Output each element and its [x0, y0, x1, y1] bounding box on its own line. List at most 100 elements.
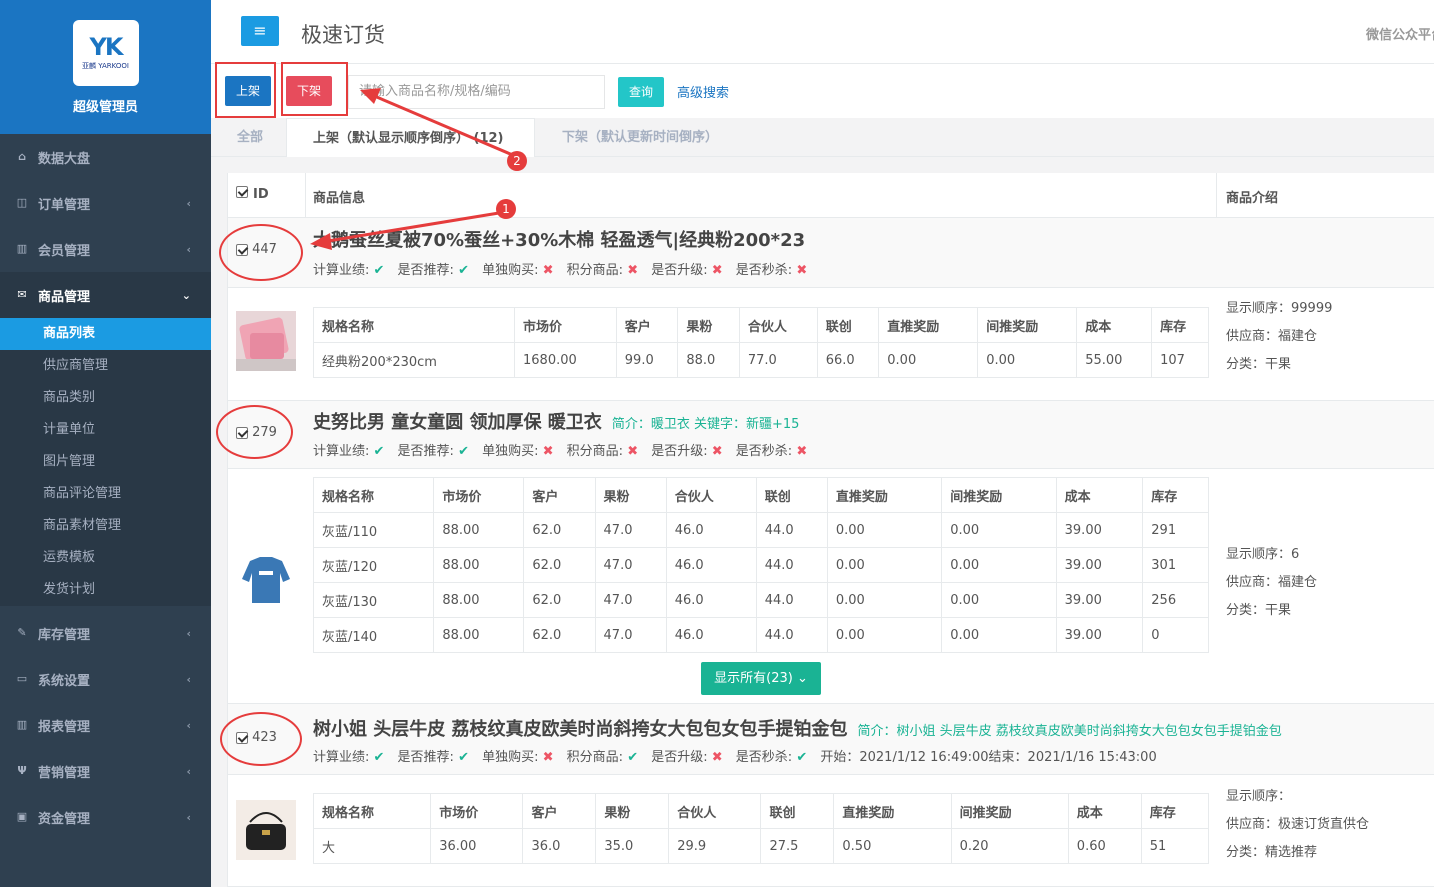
table-row: 经典粉200*230cm 1680.00 99.0 88.0 77.0 66.0 0.00 0…: [313, 342, 1209, 378]
spec-header-cell: 合伙人: [738, 307, 818, 343]
annotation-box-down: [281, 62, 348, 116]
envelope-icon: ✉: [17, 288, 27, 301]
spec-cell: 39.00: [1055, 617, 1144, 653]
sidebar-item-funds[interactable]: ▣ 资金管理 ‹: [0, 794, 211, 840]
quilt-image: [236, 311, 296, 371]
app-root: YK 亚麟 YARKOOI 超级管理员 ⌂ 数据大盘 ◫ 订单管理 ‹ ▥ 会员…: [0, 0, 1434, 887]
tab-off-shelf[interactable]: 下架（默认更新时间倒序）: [562, 118, 718, 157]
spec-cell: 44.0: [755, 512, 828, 548]
sidebar: YK 亚麟 YARKOOI 超级管理员 ⌂ 数据大盘 ◫ 订单管理 ‹ ▥ 会员…: [0, 0, 211, 887]
tab-all[interactable]: 全部: [237, 118, 263, 157]
spec-header-cell: 果粉: [595, 793, 670, 829]
subnav-item-materials[interactable]: 商品素材管理: [0, 510, 211, 542]
desktop-icon: ▭: [16, 672, 28, 685]
subnav-item-product-list[interactable]: 商品列表: [0, 318, 211, 350]
subnav-item-units[interactable]: 计量单位: [0, 414, 211, 446]
tab-on-shelf[interactable]: 上架（默认显示顺序倒序） (12): [286, 118, 535, 158]
sidebar-item-label: 营销管理: [38, 765, 91, 781]
spec-header-cell: 规格名称: [313, 307, 515, 343]
top-bar: ≡ 极速订货 微信公众平台: [211, 0, 1434, 64]
tab-bar: 全部 上架（默认显示顺序倒序） (12) 下架（默认更新时间倒序）: [211, 118, 1434, 158]
spec-cell: 灰蓝/120: [312, 547, 435, 583]
menu-toggle-button[interactable]: ≡: [241, 16, 279, 46]
spec-cell: 62.0: [523, 512, 596, 548]
spec-cell: 44.0: [755, 582, 828, 618]
spec-cell: 0.00: [826, 512, 943, 548]
spec-cell: 107: [1151, 342, 1209, 378]
product-thumbnail[interactable]: [236, 800, 296, 860]
display-order: 显示顺序：99999: [1226, 301, 1333, 316]
spec-cell: 39.00: [1055, 512, 1144, 548]
product-side-info: 显示顺序： 供应商：极速订货直供仓 分类：精选推荐: [1226, 783, 1369, 867]
logo-mark: YK: [89, 32, 124, 61]
subnav-item-shipping[interactable]: 运费模板: [0, 542, 211, 574]
wechat-link[interactable]: 微信公众平台: [1366, 24, 1434, 43]
sidebar-item-label: 系统设置: [38, 673, 91, 689]
subnav-item-reviews[interactable]: 商品评论管理: [0, 478, 211, 510]
spec-cell: 灰蓝/130: [312, 582, 435, 618]
spec-header-cell: 间推奖励: [977, 307, 1078, 343]
query-button[interactable]: 查询: [618, 77, 664, 107]
sidebar-item-label: 资金管理: [38, 811, 91, 827]
category: 分类：干果: [1226, 603, 1292, 618]
annotation-circle: [219, 224, 303, 281]
sidebar-item-settings[interactable]: ▭ 系统设置 ‹: [0, 656, 211, 702]
spec-header-cell: 库存: [1151, 307, 1209, 343]
spec-header-cell: 间推奖励: [950, 793, 1069, 829]
spec-cell: 55.00: [1076, 342, 1153, 378]
chevron-left-icon: ‹: [186, 718, 191, 732]
spec-cell: 47.0: [594, 582, 667, 618]
spec-cell: 47.0: [594, 547, 667, 583]
spec-cell: 47.0: [594, 512, 667, 548]
search-input[interactable]: 请输入商品名称/规格/编码: [348, 75, 605, 109]
advanced-search-link[interactable]: 高级搜索: [677, 82, 729, 101]
show-all-button[interactable]: 显示所有(23) ⌄: [701, 662, 821, 695]
spec-header-row: 规格名称 市场价 客户 果粉 合伙人 联创 直推奖励 间推奖励 成本 库存: [312, 477, 1209, 513]
chevron-left-icon: ‹: [186, 764, 191, 778]
user-role[interactable]: 超级管理员: [73, 96, 138, 115]
sidebar-item-reports[interactable]: ▥ 报表管理 ‹: [0, 702, 211, 748]
table-row: 灰蓝/120 88.00 62.0 47.0 46.0 44.0 0.00 0.00 39.00…: [312, 547, 1209, 583]
spec-cell: 256: [1142, 582, 1209, 618]
sidebar-item-members[interactable]: ▥ 会员管理 ‹: [0, 226, 211, 272]
product-name[interactable]: 史努比男 童女童圆 领加厚保 暖卫衣: [313, 412, 602, 433]
spec-header-cell: 直推奖励: [826, 477, 943, 513]
sweatshirt-image: [236, 549, 296, 609]
sidebar-item-orders[interactable]: ◫ 订单管理 ‹: [0, 180, 211, 226]
spec-header-cell: 成本: [1055, 477, 1144, 513]
subnav-item-delivery-plan[interactable]: 发货计划: [0, 574, 211, 606]
toolbar: 上架 下架 请输入商品名称/规格/编码 查询 高级搜索: [211, 64, 1434, 118]
sidebar-item-marketing[interactable]: Ψ 营销管理 ‹: [0, 748, 211, 794]
spec-cell: 36.0: [522, 828, 597, 864]
handbag-image: [236, 800, 296, 860]
spec-cell: 29.9: [668, 828, 762, 864]
product-body: 规格名称 市场价 客户 果粉 合伙人 联创 直推奖励 间推奖励 成本 库存 灰蓝/110 88.00 6…: [228, 469, 1434, 704]
spec-header-cell: 库存: [1142, 477, 1209, 513]
select-all-checkbox[interactable]: [236, 186, 248, 198]
annotation-circle: [220, 712, 302, 766]
sidebar-item-label: 数据大盘: [38, 151, 91, 167]
subnav-item-categories[interactable]: 商品类别: [0, 382, 211, 414]
subnav-item-suppliers[interactable]: 供应商管理: [0, 350, 211, 382]
logo-sub: 亚麟 YARKOOI: [82, 61, 129, 70]
product-thumbnail[interactable]: [236, 311, 296, 371]
sidebar-item-products[interactable]: ✉ 商品管理 ⌄: [0, 272, 211, 318]
subnav-item-images[interactable]: 图片管理: [0, 446, 211, 478]
spec-cell: 大: [312, 828, 432, 864]
product-thumbnail[interactable]: [236, 549, 296, 609]
product-name[interactable]: 大鹅蚕丝夏被70%蚕丝+30%木棉 轻盈透气|经典粉200*23: [313, 226, 805, 252]
sidebar-item-inventory[interactable]: ✎ 库存管理 ‹: [0, 610, 211, 656]
annotation-circle: [216, 405, 293, 459]
spec-cell: 47.0: [594, 617, 667, 653]
spec-cell: 88.00: [433, 547, 525, 583]
spec-cell: 88.00: [433, 582, 525, 618]
spec-cell: 44.0: [755, 617, 828, 653]
col-product-info: 商品信息: [313, 191, 366, 206]
edit-icon: ✎: [17, 626, 27, 639]
logo: YK 亚麟 YARKOOI: [72, 19, 139, 86]
product-name[interactable]: 树小姐 头层牛皮 荔枝纹真皮欧美时尚斜挎女大包包女包手提铂金包: [313, 719, 848, 740]
spec-cell: 27.5: [760, 828, 835, 864]
product-table: ID 商品信息 商品介绍 447 大鹅蚕丝夏被70%蚕丝+30%木棉 轻盈透气|…: [227, 173, 1434, 887]
sidebar-item-dashboard[interactable]: ⌂ 数据大盘: [0, 134, 211, 180]
cutlery-icon: Ψ: [17, 764, 27, 777]
